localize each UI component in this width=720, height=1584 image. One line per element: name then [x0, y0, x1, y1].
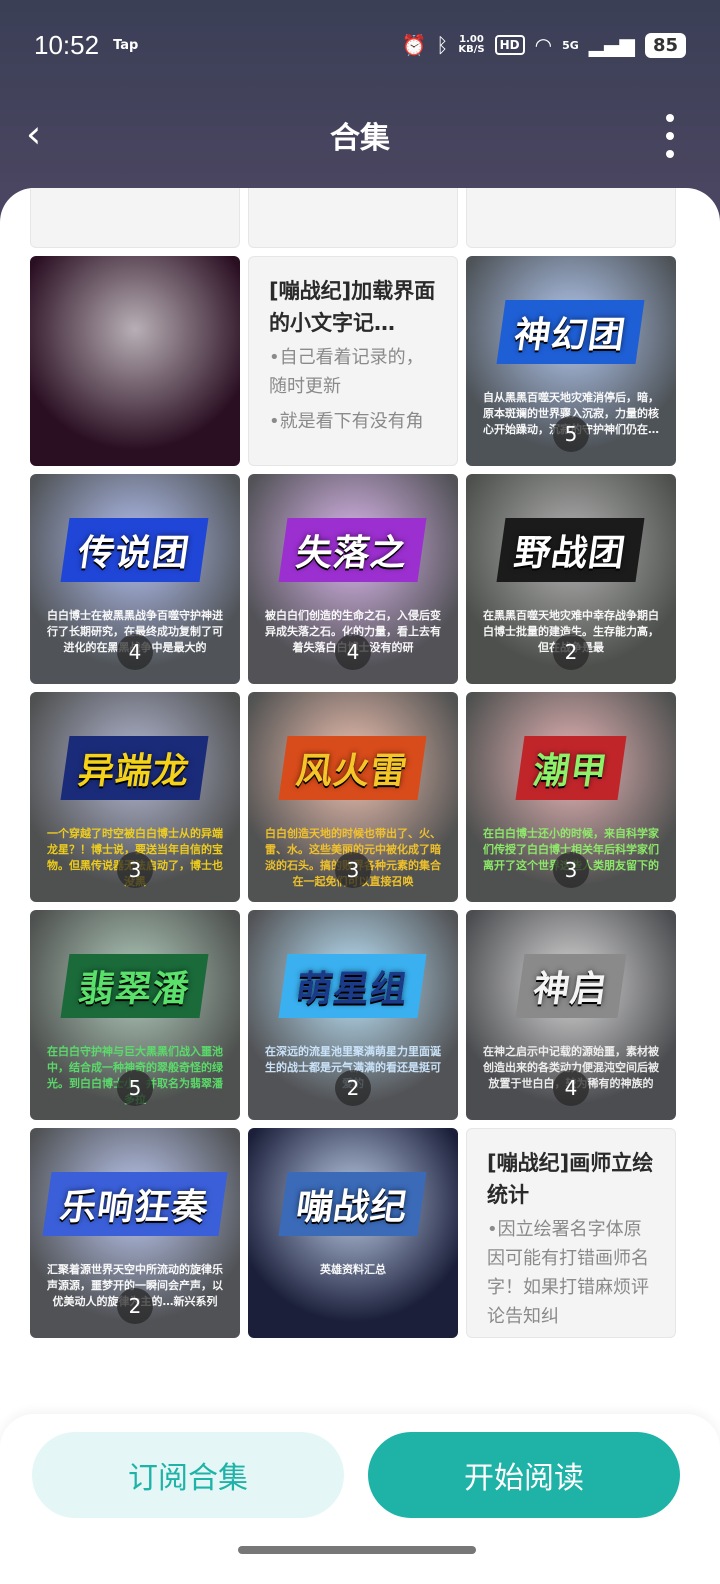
collection-grid: [图片]•活动记录备档，当天全网最慢更新当⊙：选项前面的句话回复要是有不同会⊙：…: [30, 188, 682, 1338]
card-banner-text: 嘣战纪: [278, 1172, 427, 1236]
text-post-card[interactable]: ⊙：选项前面的句话回复要是有不同会: [466, 188, 676, 248]
image-post-card[interactable]: 失落之 被白白们创造的生命之石，入侵后变异成失落之石。化的力量，看上去有着失落白白…: [248, 474, 458, 684]
card-banner-text: 野战团: [496, 518, 645, 582]
excerpt-line: •因立绘署名字体原因可能有打错画师名字！如果打错麻烦评论告知纠: [487, 1219, 649, 1327]
card-banner-text: 神幻团: [496, 300, 645, 364]
image-count-badge: 3: [335, 852, 371, 888]
image-post-card[interactable]: [30, 256, 240, 466]
image-post-card[interactable]: 神启 在神之启示中记载的源始噩，素材被创造出来的各类动力便混沌空间后被放置于世白白…: [466, 910, 676, 1120]
image-count-badge: 3: [553, 852, 589, 888]
image-post-card[interactable]: 神幻团 自从黑黑百噬天地灾难消停后，暗，原本斑斓的世界骤入沉寂，力量的核心开始躁动…: [466, 256, 676, 466]
image-count-badge: 2: [117, 1288, 153, 1324]
excerpt-line: •就是看下有没有角: [269, 411, 424, 432]
image-post-card[interactable]: 乐响狂奏 汇聚着源世界天空中所流动的旋律乐声源源，噩梦开的一瞬间会产声，以优美动人…: [30, 1128, 240, 1338]
card-banner-text: 翡翠潘: [60, 954, 209, 1018]
image-count-badge: 3: [117, 852, 153, 888]
alarm-icon: ⏰: [401, 33, 427, 57]
image-post-card[interactable]: 野战团在黑黑百噬天地灾难中幸存战争期白白博士批量的建造生。生存能力高，但在战争是…: [466, 474, 676, 684]
footer-bar: 订阅合集 开始阅读: [0, 1414, 720, 1584]
text-post-card[interactable]: [嘣战纪]画师立绘统计 •因立绘署名字体原因可能有打错画师名字！如果打错麻烦评论告…: [466, 1128, 676, 1338]
start-reading-button[interactable]: 开始阅读: [368, 1432, 680, 1518]
image-post-card[interactable]: 萌星组在深远的流星池里聚满萌星力里面诞生的战士都是元气满满的看还是挺可爱的2: [248, 910, 458, 1120]
text-post-card[interactable]: [嘣战纪]加载界面的小文字记… •自己看着记录的，随时更新 •就是看下有没有角: [248, 256, 458, 466]
hd-icon: HD: [494, 35, 525, 55]
status-bar: 10:52 Tap ⏰ ᛒ 1.00 KB/S HD ◠ 5G ▂▄▆ 85: [0, 0, 720, 90]
card-banner-text: 失落之: [278, 518, 427, 582]
more-options-icon[interactable]: [660, 114, 680, 158]
signal-label: 5G: [562, 38, 579, 52]
card-banner-text: 传说团: [60, 518, 209, 582]
image-count-badge: 4: [553, 1070, 589, 1106]
image-count-badge: 4: [335, 634, 371, 670]
post-excerpt: •自己看着记录的，随时更新 •就是看下有没有角: [269, 343, 437, 436]
image-count-badge: 2: [335, 1070, 371, 1106]
post-title: [嘣战纪]画师立绘统计: [487, 1151, 654, 1207]
card-banner-text: 潮甲: [515, 736, 627, 800]
tap-app-icon: Tap: [113, 37, 139, 53]
battery-icon: 85: [644, 32, 686, 58]
content-sheet: [图片]•活动记录备档，当天全网最慢更新当⊙：选项前面的句话回复要是有不同会⊙：…: [0, 188, 720, 1584]
image-count-badge: 5: [553, 416, 589, 452]
image-post-card[interactable]: 潮甲 在白白博士还小的时候，来自科学家们传授了白白博士相关年后科学家们离开了这个世…: [466, 692, 676, 902]
text-post-card[interactable]: [图片]•活动记录备档，当天全网最慢更新当: [30, 188, 240, 248]
card-banner-text: 乐响狂奏: [42, 1172, 228, 1236]
post-title: [嘣战纪]加载界面的小文字记…: [269, 279, 436, 335]
post-excerpt: •因立绘署名字体原因可能有打错画师名字！如果打错麻烦评论告知纠: [487, 1215, 655, 1331]
image-post-card[interactable]: 嘣战纪 英雄资料汇总: [248, 1128, 458, 1338]
net-speed: 1.00 KB/S: [458, 35, 484, 55]
net-speed-unit: KB/S: [458, 44, 485, 55]
image-count-badge: 2: [553, 634, 589, 670]
card-banner-text: 风火雷: [278, 736, 427, 800]
subscribe-collection-button[interactable]: 订阅合集: [32, 1432, 344, 1518]
text-post-card[interactable]: ⊙：选项前面的句话回复要是有不同会: [248, 188, 458, 248]
image-post-card[interactable]: 风火雷 白白创造天地的时候也带出了、火、雷、水。这些美丽的元中被化成了暗淡的石头。…: [248, 692, 458, 902]
wifi-icon: ◠: [534, 33, 553, 57]
image-post-card[interactable]: 翡翠潘 在白白守护神与巨大黑黑们战入噩池中，结合成一种神奇的翠般奇怪的绿光。到白白…: [30, 910, 240, 1120]
card-caption: 英雄资料汇总: [320, 1263, 386, 1276]
card-banner-text: 萌星组: [278, 954, 427, 1018]
home-indicator[interactable]: [238, 1546, 476, 1554]
page-title: 合集: [330, 121, 390, 156]
image-count-badge: 5: [117, 1070, 153, 1106]
bluetooth-icon: ᛒ: [436, 33, 449, 57]
image-count-badge: 4: [117, 634, 153, 670]
app-header: ‹ 合集: [0, 100, 720, 170]
excerpt-line: •自己看着记录的，随时更新: [269, 347, 424, 397]
card-banner-text: 异端龙: [60, 736, 209, 800]
status-icons: ⏰ ᛒ 1.00 KB/S HD ◠ 5G ▂▄▆ 85: [401, 32, 686, 58]
back-icon[interactable]: ‹: [26, 114, 66, 154]
image-post-card[interactable]: 异端龙 一个穿越了时空被白白博士从的异端龙星？！博士说，要送当年自信的宝物。但黑传…: [30, 692, 240, 902]
signal-icon: ▂▄▆: [588, 33, 635, 57]
image-post-card[interactable]: 传说团 白白博士在被黑黑战争百噬守护神进行了长期研究，在最终成功复制了可进化的在黑…: [30, 474, 240, 684]
card-banner-text: 神启: [515, 954, 627, 1018]
status-time: 10:52: [34, 29, 100, 60]
